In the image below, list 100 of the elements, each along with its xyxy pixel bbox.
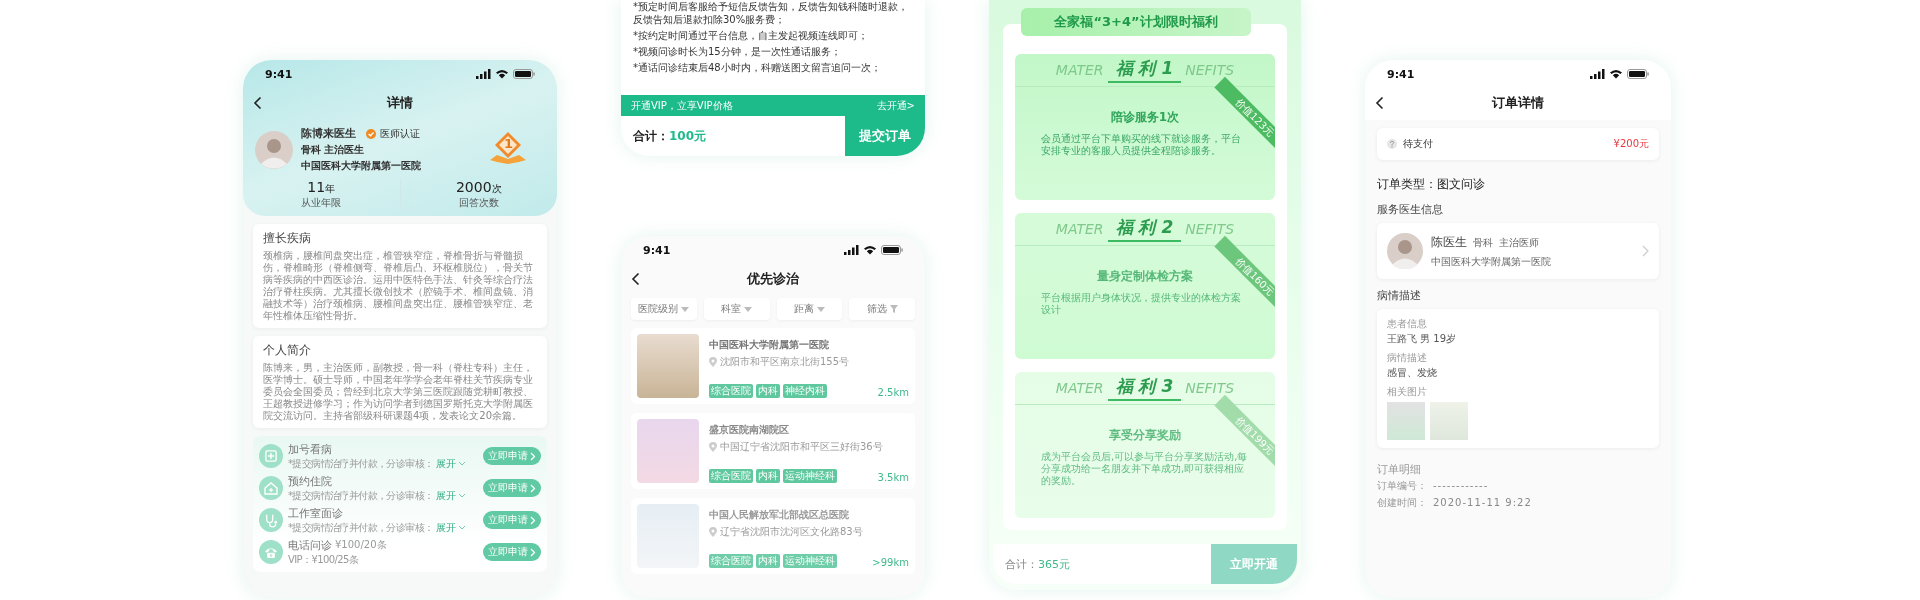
status-time: 9:41	[643, 243, 671, 257]
chevron-icon	[530, 483, 536, 493]
filter-dropdown[interactable]: 筛选	[849, 298, 915, 320]
tag: 神经内科	[783, 384, 827, 398]
avatar-icon	[1387, 233, 1423, 269]
note-text: *按约定时间通过平台信息，自主发起视频连线即可；	[633, 29, 869, 42]
total-amount: 365元	[1038, 556, 1071, 572]
doctor-hospital: 中国医科大学附属第一医院	[301, 159, 422, 173]
apply-button[interactable]: 立即申请	[483, 511, 541, 529]
plus-icon	[259, 444, 283, 468]
distance: 2.5km	[877, 387, 909, 398]
hospital-name: 中国医科大学附属第一医院	[709, 338, 830, 352]
section-text: 颈椎病，腰椎间盘突出症，椎管狭窄症，脊椎骨折与脊髓损伤，脊椎畸形（脊椎侧弯、脊椎后凸、环枢椎脱位），骨关节病等疾病的中西医诊治。运用中医特色手法、针灸等综合疗法治疗脊柱疾病。尤其擅长微创技术（腔镜手术、椎间盘镜、消融技术等）治疗颈椎病、腰椎间盘突出症、腰椎管狭窄症、老年性椎体压缩性骨折。	[263, 250, 534, 322]
order-status: 待支付	[1403, 137, 1434, 151]
status-time: 9:41	[265, 67, 293, 81]
hospital-address: 沈阳市和平区南京北街155号	[720, 355, 850, 369]
watermark-text: NEFITS	[1185, 221, 1235, 237]
benefit-label: 福 利 1	[1107, 57, 1182, 83]
vip-promo-text: 开通VIP，立享VIP价格	[631, 98, 733, 113]
filter-dropdown[interactable]: 科室	[703, 298, 770, 320]
hospital-card[interactable]: 盛京医院南湖院区 中国辽宁省沈阳市和平区三好街36号 综合医院 内科 运动神经科 3.5km	[631, 413, 915, 489]
wifi-icon	[495, 69, 509, 79]
doctor-title: 主治医师	[1499, 235, 1539, 250]
vip-link[interactable]: 去开通>	[876, 98, 915, 113]
section-title: 病情描述	[1377, 288, 1422, 303]
page-title: 订单详情	[1492, 94, 1544, 112]
benefit-text: 会员通过平台下单购买的线下就诊服务，平台安排专业的客服人员提供全程陪诊服务。	[1041, 133, 1242, 157]
expand-link[interactable]: 展开	[436, 520, 467, 535]
expand-link[interactable]: 展开	[436, 488, 467, 503]
signal-icon	[844, 245, 859, 255]
avatar-icon	[255, 130, 293, 169]
expand-link[interactable]: 展开	[436, 456, 467, 471]
apply-button[interactable]: 立即申请	[483, 543, 541, 561]
status-time: 9:41	[1387, 67, 1415, 81]
hospital-name: 盛京医院南湖院区	[709, 423, 790, 437]
submit-order-button[interactable]: 提交订单	[845, 116, 925, 156]
photo-placeholder	[1387, 402, 1425, 440]
watermark-text: MATER	[1055, 221, 1104, 237]
total-amount: 100元	[669, 127, 708, 145]
watermark-text: NEFITS	[1185, 62, 1235, 78]
benefit-title: 陪诊服务1次	[1110, 109, 1180, 126]
doctor-name: 陈医生	[1431, 233, 1467, 251]
doctor-name: 陈博来医生	[301, 126, 356, 141]
tag: 综合医院	[709, 469, 753, 483]
order-amount: ¥200元	[1613, 137, 1649, 151]
service-name: 电话问诊	[288, 537, 332, 553]
verified-icon	[366, 128, 376, 139]
stat-value: 11年	[307, 179, 336, 196]
page-title: 详情	[387, 94, 413, 112]
back-icon[interactable]	[1375, 96, 1385, 110]
benefit-label: 福 利 3	[1107, 375, 1182, 401]
chevron-icon	[530, 451, 536, 461]
chevron-icon	[1642, 245, 1649, 257]
apply-button[interactable]: 立即申请	[483, 447, 541, 465]
tag: 运动神经科	[783, 469, 837, 483]
activate-button[interactable]: 立即开通	[1211, 544, 1297, 584]
location-pin-icon	[709, 442, 717, 452]
chevron-icon	[530, 547, 536, 557]
hospital-card[interactable]: 中国人民解放军北部战区总医院 辽宁省沈阳市沈河区文化路83号 综合医院 内科 运动神经科 >99km	[631, 498, 915, 574]
benefit-text: 成为平台会员后,可以参与平台分享奖励活动,每分享成功给一名朋友并下单成功,即可获得相应的奖励。	[1041, 451, 1249, 487]
field-label: 相关图片	[1387, 385, 1428, 399]
doctor-card[interactable]: 陈医生 骨科 主治医师 中国医科大学附属第一医院	[1377, 223, 1659, 279]
battery-icon	[881, 245, 903, 255]
apply-button[interactable]: 立即申请	[483, 479, 541, 497]
back-icon[interactable]	[631, 272, 641, 286]
caret-icon	[458, 492, 467, 499]
rank-number: 1	[504, 135, 514, 151]
vip-price: VIP：¥100/25条	[288, 552, 360, 567]
benefit-label: 福 利 2	[1107, 216, 1182, 242]
field-value: 感冒、发烧	[1387, 366, 1438, 380]
banner-title: 全家福“3+4”计划限时福利	[1021, 8, 1251, 36]
section-title: 个人简介	[263, 342, 312, 359]
tag: 内科	[756, 554, 780, 568]
order-type: 订单类型：图文问诊	[1377, 176, 1486, 193]
funnel-icon	[889, 305, 898, 313]
hospital-address: 辽宁省沈阳市沈河区文化路83号	[720, 525, 863, 539]
watermark-text: NEFITS	[1185, 380, 1235, 396]
service-note: *提交病情治疗并付款，分诊审核：	[288, 456, 434, 471]
distance: 3.5km	[877, 472, 909, 483]
location-pin-icon	[709, 357, 717, 367]
note-text: *预定时间后客服给予短信反馈告知，反馈告知钱科随时退款，反馈告知后退款扣除30%服务费；	[633, 0, 909, 26]
filter-dropdown[interactable]: 距离	[776, 298, 843, 320]
tag: 综合医院	[709, 384, 753, 398]
total-label: 合计：	[632, 127, 669, 145]
signal-icon	[1590, 69, 1605, 79]
field-label: 病情描述	[1387, 351, 1428, 365]
photo-placeholder	[637, 419, 699, 483]
wifi-icon	[1609, 69, 1623, 79]
service-price: ¥100/20条	[335, 538, 387, 552]
signal-icon	[476, 69, 491, 79]
stat-label: 回答次数	[458, 196, 499, 210]
hospital-card[interactable]: 中国医科大学附属第一医院 沈阳市和平区南京北街155号 综合医院 内科 神经内科 2.5km	[631, 328, 915, 404]
tag: 内科	[756, 384, 780, 398]
wifi-icon	[863, 245, 877, 255]
back-icon[interactable]	[253, 96, 263, 110]
tag: 内科	[756, 469, 780, 483]
service-note: *提交病情治疗并付款，分诊审核：	[288, 520, 434, 535]
filter-dropdown[interactable]: 医院级别	[631, 298, 697, 320]
page-title: 优先诊治	[747, 270, 799, 288]
tag: 运动神经科	[783, 554, 837, 568]
